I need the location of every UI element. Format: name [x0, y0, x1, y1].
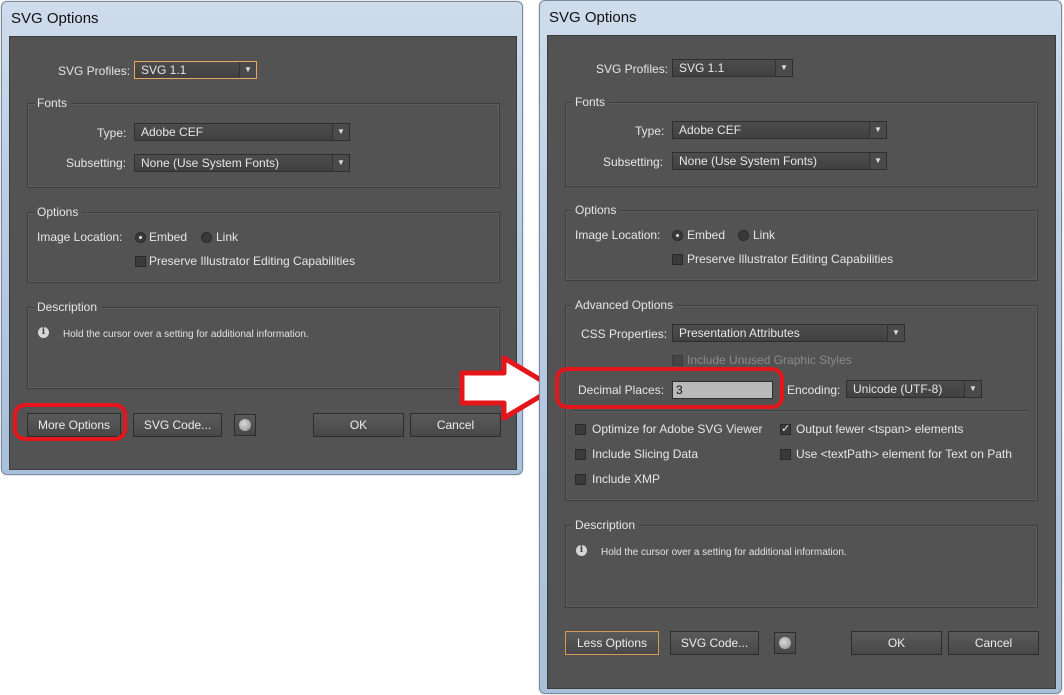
preserve-checkbox[interactable] — [135, 256, 146, 267]
svg-profiles-dropdown[interactable]: SVG 1.1 ▼ — [672, 59, 793, 77]
dialog-title: SVG Options — [549, 9, 637, 26]
subsetting-label: Subsetting: — [603, 155, 664, 169]
type-value: Adobe CEF — [141, 125, 204, 139]
include-slicing-checkbox[interactable] — [575, 449, 586, 460]
include-unused-label[interactable]: Include Unused Graphic Styles — [687, 353, 852, 367]
svg-code-button[interactable]: SVG Code... — [670, 631, 759, 655]
embed-radio[interactable] — [672, 230, 683, 241]
image-location-label: Image Location: — [575, 228, 661, 242]
encoding-dropdown[interactable]: Unicode (UTF-8) ▼ — [846, 380, 982, 398]
svg-profiles-value: SVG 1.1 — [679, 61, 725, 75]
use-textpath-label[interactable]: Use <textPath> element for Text on Path — [796, 447, 1012, 461]
options-group-title: Options — [573, 203, 621, 217]
embed-label[interactable]: Embed — [149, 230, 187, 244]
include-xmp-label[interactable]: Include XMP — [592, 472, 660, 486]
encoding-label: Encoding: — [787, 383, 841, 397]
embed-radio[interactable] — [135, 232, 146, 243]
fonts-group — [27, 103, 500, 188]
type-dropdown[interactable]: Adobe CEF ▼ — [672, 121, 887, 139]
description-group — [565, 525, 1038, 608]
dropdown-arrow-icon: ▼ — [887, 325, 904, 341]
cancel-button[interactable]: Cancel — [948, 631, 1039, 655]
info-icon: i — [38, 327, 49, 338]
info-icon: i — [576, 545, 587, 556]
dropdown-arrow-icon: ▼ — [775, 60, 792, 76]
dropdown-arrow-icon: ▼ — [332, 155, 349, 171]
subsetting-dropdown[interactable]: None (Use System Fonts) ▼ — [134, 154, 350, 172]
fonts-group-title: Fonts — [573, 95, 610, 109]
options-group — [565, 210, 1038, 281]
less-options-button[interactable]: Less Options — [565, 631, 659, 655]
embed-label[interactable]: Embed — [687, 228, 725, 242]
fonts-group-title: Fonts — [35, 96, 72, 110]
web-preview-button[interactable] — [774, 632, 796, 654]
css-properties-value: Presentation Attributes — [679, 326, 800, 340]
description-group-title: Description — [573, 518, 640, 532]
type-label: Type: — [635, 124, 665, 138]
link-label[interactable]: Link — [753, 228, 775, 242]
advanced-options-group-title: Advanced Options — [573, 298, 678, 312]
preserve-label[interactable]: Preserve Illustrator Editing Capabilitie… — [687, 252, 893, 266]
decimal-places-highlight — [555, 367, 784, 409]
web-preview-button[interactable] — [234, 414, 256, 436]
svg-profiles-label: SVG Profiles: — [58, 64, 131, 78]
type-dropdown[interactable]: Adobe CEF ▼ — [134, 123, 350, 141]
globe-icon — [239, 419, 251, 431]
description-group — [27, 307, 500, 389]
dropdown-arrow-icon: ▼ — [239, 62, 256, 78]
dropdown-arrow-icon: ▼ — [964, 381, 981, 397]
css-properties-dropdown[interactable]: Presentation Attributes ▼ — [672, 324, 905, 342]
preserve-checkbox[interactable] — [672, 254, 683, 265]
description-text: Hold the cursor over a setting for addit… — [601, 547, 847, 558]
link-radio[interactable] — [738, 230, 749, 241]
optimize-label[interactable]: Optimize for Adobe SVG Viewer — [592, 422, 763, 436]
subsetting-dropdown[interactable]: None (Use System Fonts) ▼ — [672, 152, 887, 170]
svg-profiles-label: SVG Profiles: — [596, 62, 669, 76]
svg-profiles-value: SVG 1.1 — [141, 63, 187, 77]
options-group — [27, 212, 500, 283]
subsetting-value: None (Use System Fonts) — [679, 154, 818, 168]
globe-icon — [779, 637, 791, 649]
more-options-highlight — [13, 403, 127, 441]
subsetting-value: None (Use System Fonts) — [141, 156, 280, 170]
encoding-value: Unicode (UTF-8) — [853, 382, 943, 396]
use-textpath-checkbox[interactable] — [780, 449, 791, 460]
svg-options-dialog-right: SVG Options SVG Profiles: SVG 1.1 ▼ Font… — [539, 0, 1062, 694]
ok-button[interactable]: OK — [851, 631, 942, 655]
type-value: Adobe CEF — [679, 123, 742, 137]
preserve-label[interactable]: Preserve Illustrator Editing Capabilitie… — [149, 254, 355, 268]
fonts-group — [565, 102, 1038, 187]
description-text: Hold the cursor over a setting for addit… — [63, 329, 309, 340]
options-group-title: Options — [35, 205, 83, 219]
dialog-client-area: SVG Profiles: SVG 1.1 ▼ Fonts Type: Adob… — [547, 35, 1056, 689]
image-location-label: Image Location: — [37, 230, 123, 244]
svg-code-button[interactable]: SVG Code... — [133, 413, 222, 437]
svg-profiles-dropdown[interactable]: SVG 1.1 ▼ — [134, 61, 257, 79]
description-group-title: Description — [35, 300, 102, 314]
output-fewer-checkbox[interactable]: ✓ — [780, 424, 791, 435]
dropdown-arrow-icon: ▼ — [869, 153, 886, 169]
type-label: Type: — [97, 126, 127, 140]
subsetting-label: Subsetting: — [66, 156, 127, 170]
include-unused-checkbox[interactable] — [672, 355, 683, 366]
ok-button[interactable]: OK — [313, 413, 404, 437]
dropdown-arrow-icon: ▼ — [869, 122, 886, 138]
advanced-separator — [572, 410, 1028, 411]
output-fewer-label[interactable]: Output fewer <tspan> elements — [796, 422, 963, 436]
link-label[interactable]: Link — [216, 230, 238, 244]
optimize-checkbox[interactable] — [575, 424, 586, 435]
css-properties-label: CSS Properties: — [581, 327, 668, 341]
include-slicing-label[interactable]: Include Slicing Data — [592, 447, 698, 461]
link-radio[interactable] — [201, 232, 212, 243]
dropdown-arrow-icon: ▼ — [332, 124, 349, 140]
include-xmp-checkbox[interactable] — [575, 474, 586, 485]
dialog-title: SVG Options — [11, 10, 99, 27]
